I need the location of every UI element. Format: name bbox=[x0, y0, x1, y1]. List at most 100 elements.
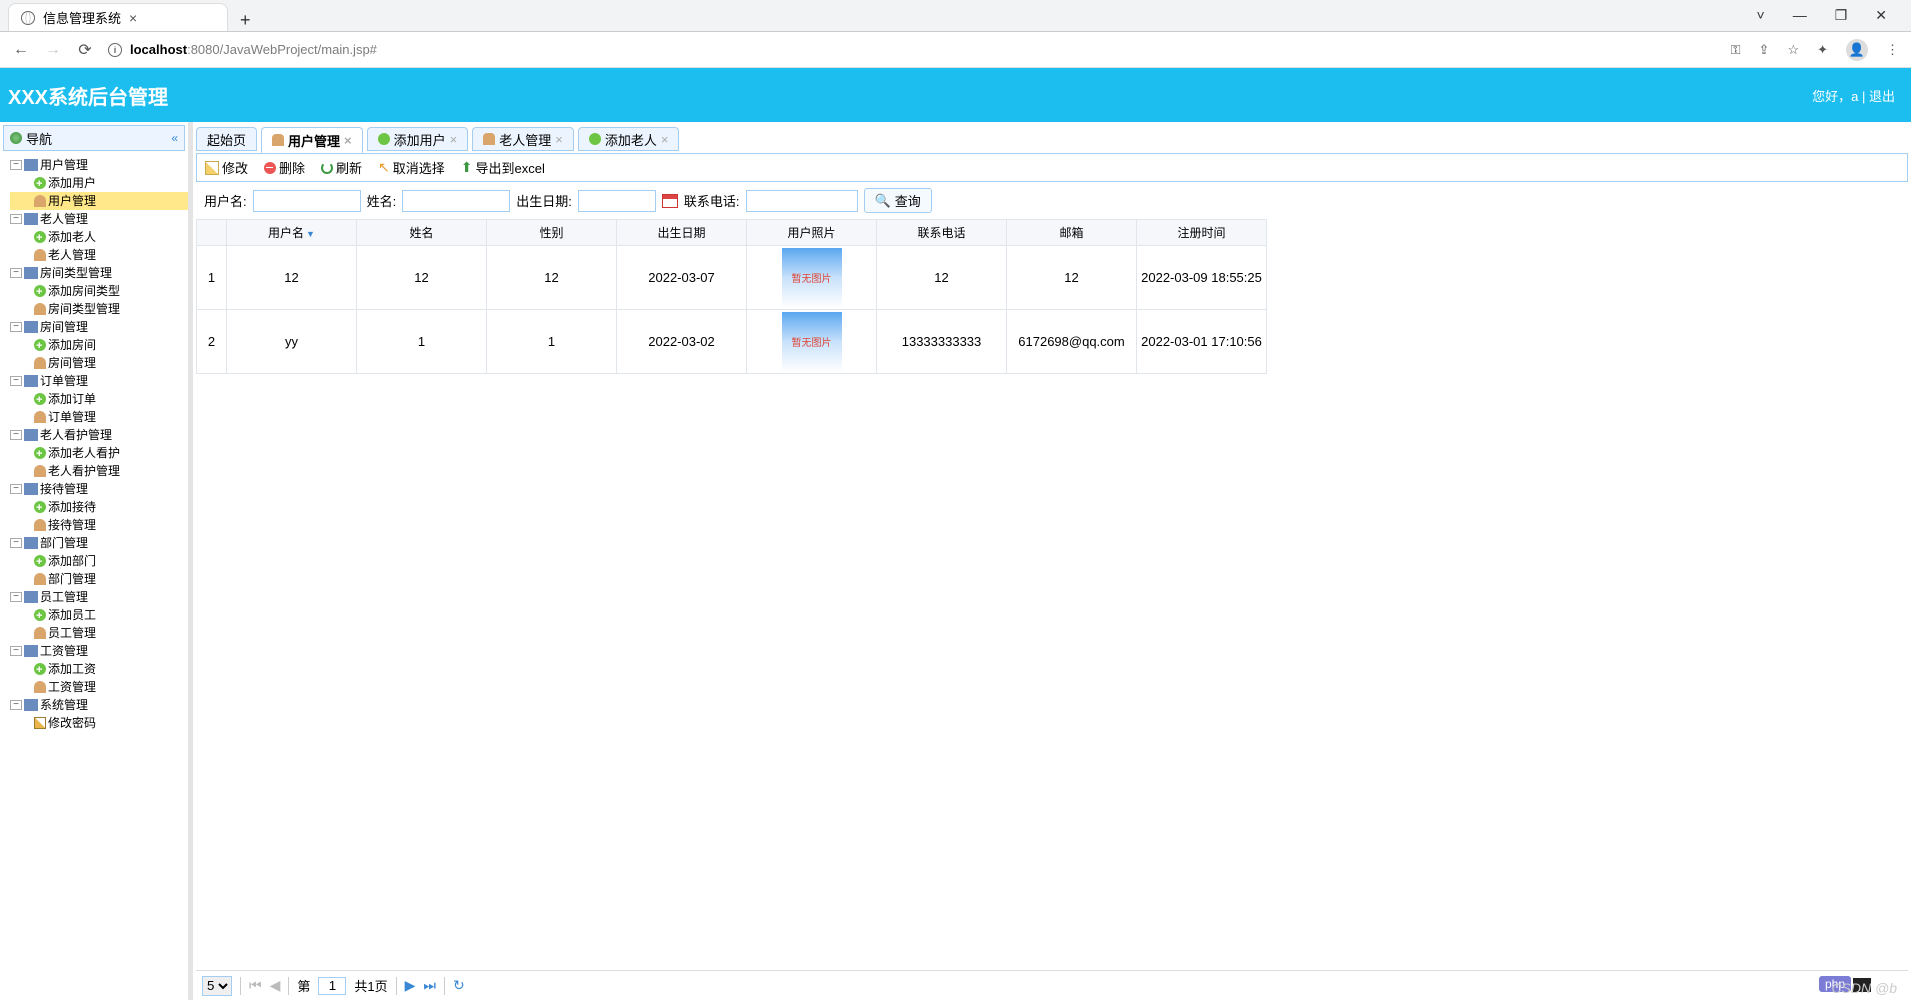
minus-icon[interactable]: − bbox=[10, 322, 22, 332]
export-excel-button[interactable]: ⬆导出到excel bbox=[461, 158, 545, 177]
col-header[interactable]: 联系电话 bbox=[877, 220, 1007, 246]
reload-button[interactable]: ↻ bbox=[453, 977, 465, 994]
birth-input[interactable] bbox=[578, 190, 656, 212]
content-tab[interactable]: 添加用户× bbox=[367, 127, 469, 151]
tree-item[interactable]: 添加房间 bbox=[10, 336, 188, 354]
tree-item[interactable]: 部门管理 bbox=[10, 570, 188, 588]
reload-button[interactable]: ⟳ bbox=[76, 40, 94, 60]
close-icon[interactable]: × bbox=[344, 133, 352, 148]
minus-icon[interactable]: − bbox=[10, 592, 22, 602]
browser-tab[interactable]: 信息管理系统 × bbox=[8, 3, 228, 31]
tree-group[interactable]: −房间类型管理 bbox=[10, 264, 188, 282]
back-button[interactable]: ← bbox=[12, 41, 30, 59]
first-page-button[interactable]: ⏮ bbox=[249, 977, 262, 994]
tree-item[interactable]: 添加员工 bbox=[10, 606, 188, 624]
minus-icon[interactable]: − bbox=[10, 376, 22, 386]
close-icon[interactable]: × bbox=[555, 132, 563, 147]
pagesize-select[interactable]: 5 bbox=[202, 976, 232, 996]
delete-button[interactable]: 删除 bbox=[264, 158, 305, 177]
close-icon[interactable]: × bbox=[661, 132, 669, 147]
tree-item[interactable]: 添加用户 bbox=[10, 174, 188, 192]
tree-item[interactable]: 房间管理 bbox=[10, 354, 188, 372]
extension-icon[interactable]: ✦ bbox=[1817, 42, 1828, 58]
tree-group[interactable]: −工资管理 bbox=[10, 642, 188, 660]
minus-icon[interactable]: − bbox=[10, 646, 22, 656]
tree-item[interactable]: 老人看护管理 bbox=[10, 462, 188, 480]
tree-group[interactable]: −系统管理 bbox=[10, 696, 188, 714]
content-tab[interactable]: 用户管理× bbox=[261, 127, 363, 153]
last-page-button[interactable]: ⏭ bbox=[423, 977, 436, 994]
tree-item[interactable]: 接待管理 bbox=[10, 516, 188, 534]
col-header[interactable]: 姓名 bbox=[357, 220, 487, 246]
minus-icon[interactable]: − bbox=[10, 214, 22, 224]
col-header[interactable]: 用户照片 bbox=[747, 220, 877, 246]
key-icon[interactable]: ⚿ bbox=[1731, 42, 1741, 58]
new-tab-button[interactable]: + bbox=[228, 10, 263, 31]
table-row[interactable]: 1 12 12 12 2022-03-07 暂无图片 12 12 2022-03… bbox=[197, 246, 1267, 310]
minus-icon[interactable]: − bbox=[10, 160, 22, 170]
tree-item[interactable]: 添加老人 bbox=[10, 228, 188, 246]
tree-item[interactable]: 订单管理 bbox=[10, 408, 188, 426]
content-tab[interactable]: 老人管理× bbox=[472, 127, 574, 151]
close-icon[interactable]: × bbox=[450, 132, 458, 147]
forward-button[interactable]: → bbox=[44, 41, 62, 59]
username-input[interactable] bbox=[253, 190, 361, 212]
profile-avatar[interactable]: 👤 bbox=[1846, 39, 1868, 61]
maximize-icon[interactable]: ❐ bbox=[1835, 7, 1848, 24]
close-icon[interactable]: ✕ bbox=[1875, 7, 1887, 24]
col-header[interactable]: 用户名▼ bbox=[227, 220, 357, 246]
tree-item[interactable]: 老人管理 bbox=[10, 246, 188, 264]
minimize-icon[interactable]: — bbox=[1793, 7, 1807, 24]
close-icon[interactable]: × bbox=[129, 10, 137, 26]
tree-item[interactable]: 添加工资 bbox=[10, 660, 188, 678]
minus-icon[interactable]: − bbox=[10, 430, 22, 440]
phone-input[interactable] bbox=[746, 190, 858, 212]
page-input[interactable] bbox=[318, 977, 346, 995]
name-input[interactable] bbox=[402, 190, 510, 212]
tree-item[interactable]: 添加部门 bbox=[10, 552, 188, 570]
tree-item[interactable]: 工资管理 bbox=[10, 678, 188, 696]
next-page-button[interactable]: ▶ bbox=[405, 977, 416, 994]
refresh-button[interactable]: 刷新 bbox=[321, 158, 362, 177]
table-row[interactable]: 2 yy 1 1 2022-03-02 暂无图片 13333333333 617… bbox=[197, 310, 1267, 374]
tree-item[interactable]: 用户管理 bbox=[10, 192, 188, 210]
tree-item[interactable]: 添加老人看护 bbox=[10, 444, 188, 462]
col-header[interactable]: 出生日期 bbox=[617, 220, 747, 246]
content-tab[interactable]: 添加老人× bbox=[578, 127, 680, 151]
tree-group[interactable]: −用户管理 bbox=[10, 156, 188, 174]
col-header[interactable]: 性别 bbox=[487, 220, 617, 246]
tree-item[interactable]: 添加房间类型 bbox=[10, 282, 188, 300]
logout-link[interactable]: 退出 bbox=[1869, 89, 1895, 104]
star-icon[interactable]: ☆ bbox=[1787, 42, 1799, 58]
edit-button[interactable]: 修改 bbox=[205, 158, 248, 177]
tree-item[interactable]: 员工管理 bbox=[10, 624, 188, 642]
tree-group[interactable]: −订单管理 bbox=[10, 372, 188, 390]
minus-icon[interactable]: − bbox=[10, 700, 22, 710]
calendar-icon[interactable] bbox=[662, 194, 678, 208]
col-header[interactable]: 邮箱 bbox=[1007, 220, 1137, 246]
minus-icon[interactable]: − bbox=[10, 268, 22, 278]
url-box[interactable]: i localhost:8080/JavaWebProject/main.jsp… bbox=[108, 42, 1717, 57]
content-tab[interactable]: 起始页 bbox=[196, 127, 257, 151]
tree-group[interactable]: −员工管理 bbox=[10, 588, 188, 606]
menu-icon[interactable]: ⋮ bbox=[1886, 42, 1899, 58]
tree-group[interactable]: −老人管理 bbox=[10, 210, 188, 228]
site-info-icon[interactable]: i bbox=[108, 43, 122, 57]
tree-item[interactable]: 添加接待 bbox=[10, 498, 188, 516]
tree-group[interactable]: −部门管理 bbox=[10, 534, 188, 552]
minus-icon[interactable]: − bbox=[10, 484, 22, 494]
tree-group[interactable]: −老人看护管理 bbox=[10, 426, 188, 444]
tree-item[interactable]: 添加订单 bbox=[10, 390, 188, 408]
chevron-down-icon[interactable]: ˅ bbox=[1757, 7, 1765, 24]
tree-group[interactable]: −接待管理 bbox=[10, 480, 188, 498]
tree-item[interactable]: 修改密码 bbox=[10, 714, 188, 732]
collapse-icon[interactable]: « bbox=[171, 131, 178, 145]
cancel-select-button[interactable]: ↖取消选择 bbox=[378, 158, 445, 177]
tree-group[interactable]: −房间管理 bbox=[10, 318, 188, 336]
tree-item[interactable]: 房间类型管理 bbox=[10, 300, 188, 318]
col-header[interactable]: 注册时间 bbox=[1137, 220, 1267, 246]
share-icon[interactable]: ⇪ bbox=[1759, 42, 1770, 58]
minus-icon[interactable]: − bbox=[10, 538, 22, 548]
prev-page-button[interactable]: ◀ bbox=[270, 977, 281, 994]
search-button[interactable]: 🔍查询 bbox=[864, 188, 932, 213]
